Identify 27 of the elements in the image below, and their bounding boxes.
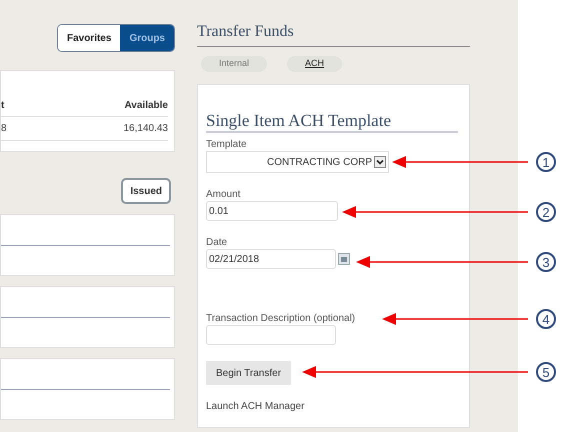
callout-number: 2 xyxy=(536,202,556,222)
form-heading: Single Item ACH Template xyxy=(206,111,458,133)
table-cell-text: 8 xyxy=(1,122,7,136)
issued-button[interactable]: Issued xyxy=(121,178,171,204)
begin-transfer-button[interactable]: Begin Transfer xyxy=(206,361,292,385)
amount-field[interactable]: 0.01 xyxy=(206,201,338,221)
tab[interactable]: ACH xyxy=(287,56,342,72)
launch-ach-manager-link[interactable]: Launch ACH Manager xyxy=(206,399,469,414)
callout-number: 4 xyxy=(536,309,556,329)
calendar-icon[interactable] xyxy=(338,253,350,265)
date-field[interactable]: 02/21/2018 xyxy=(206,249,336,269)
callout-number: 1 xyxy=(536,152,556,172)
field-label: Date xyxy=(206,237,228,249)
description-field[interactable] xyxy=(206,325,336,345)
dropdown-icon[interactable] xyxy=(374,156,386,168)
field-label: Amount xyxy=(206,189,240,201)
column-header: t xyxy=(1,99,4,113)
template-select[interactable]: CONTRACTING CORP xyxy=(206,151,389,173)
table-cell-text: 16,140.43 xyxy=(124,122,168,136)
callout-number: 5 xyxy=(536,362,556,382)
toggle-button[interactable]: Groups xyxy=(120,25,174,51)
field-label: Transaction Description (optional) xyxy=(206,313,356,325)
section-title: Transfer Funds xyxy=(197,20,470,47)
field-label: Template xyxy=(206,139,247,151)
callout-number: 3 xyxy=(536,252,556,272)
tab[interactable]: Internal xyxy=(201,56,268,72)
column-header: Available xyxy=(124,99,168,113)
